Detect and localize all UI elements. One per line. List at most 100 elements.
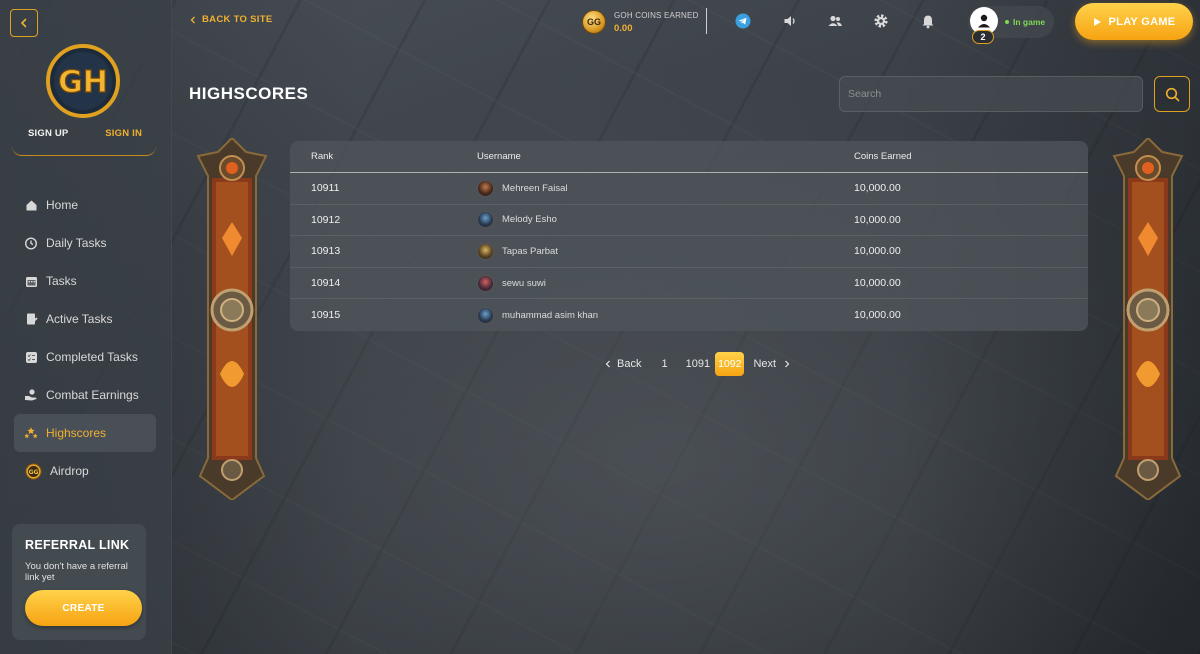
sidebar-item-home[interactable]: Home [14, 186, 156, 224]
sidebar-item-label: Daily Tasks [46, 236, 107, 250]
sidebar-item-label: Highscores [46, 426, 107, 440]
username-cell: Melody Esho [456, 211, 854, 229]
user-avatar-icon [477, 306, 494, 324]
username: Tapas Parbat [502, 245, 558, 257]
user-avatar-icon [477, 179, 494, 197]
chevron-left-icon [605, 360, 610, 368]
user-avatar-icon [477, 274, 494, 292]
coins-label: GOH COINS EARNED [614, 10, 699, 20]
username-cell: Mehreen Faisal [456, 179, 854, 197]
friends-icon[interactable] [826, 12, 844, 30]
calendar-icon [24, 274, 38, 288]
bell-icon[interactable] [919, 12, 937, 30]
sidebar-item-label: Combat Earnings [46, 388, 139, 402]
gear-icon[interactable] [872, 12, 890, 30]
pagination-back-label: Back [617, 358, 642, 370]
back-to-site-link[interactable]: BACK TO SITE [190, 14, 272, 25]
username-cell: muhammad asim khan [456, 306, 854, 324]
telegram-icon[interactable] [734, 12, 752, 30]
top-bar: BACK TO SITE GG GOH COINS EARNED 0.00 2 … [172, 0, 1200, 44]
auth-links: SIGN UP SIGN IN [12, 128, 156, 156]
coins-cell: 10,000.00 [854, 182, 901, 195]
username: Mehreen Faisal [502, 182, 568, 194]
table-row: 10915 muhammad asim khan 10,000.00 [290, 299, 1088, 331]
svg-text:GH: GH [58, 65, 108, 100]
decorative-banner-right [1110, 136, 1186, 502]
coins-cell: 10,000.00 [854, 309, 901, 322]
create-referral-button[interactable]: CREATE [25, 590, 142, 626]
table-row: 10914 sewu suwi 10,000.00 [290, 268, 1088, 300]
pagination-next-button[interactable]: Next [748, 352, 795, 376]
table-header: Rank Username Coins Earned [290, 141, 1088, 173]
rank-cell: 10911 [311, 182, 340, 195]
username: sewu suwi [502, 277, 546, 289]
sign-in-link[interactable]: SIGN IN [105, 128, 142, 155]
sign-up-link[interactable]: SIGN UP [28, 128, 68, 155]
sidebar-item-label: Tasks [46, 274, 77, 288]
checklist-icon [24, 350, 38, 364]
sidebar-nav: Home Daily Tasks Tasks Active Tasks Comp… [14, 186, 156, 490]
clipboard-icon [24, 312, 38, 326]
search-input[interactable] [839, 76, 1143, 112]
svg-text:GG: GG [28, 469, 38, 476]
page-button[interactable]: 1 [656, 352, 672, 376]
hand-coins-icon [24, 388, 38, 402]
status-label: In game [1013, 17, 1046, 27]
divider [706, 8, 707, 34]
status-badge: In game [1005, 17, 1045, 27]
coins-cell: 10,000.00 [854, 277, 901, 290]
rank-cell: 10912 [311, 213, 341, 226]
sound-icon[interactable] [781, 12, 799, 30]
user-status[interactable]: 2 In game [968, 6, 1054, 44]
column-header-rank: Rank [311, 151, 334, 162]
pagination: Back 1 1091 1092 Next [600, 352, 795, 376]
sidebar-item-combat-earnings[interactable]: Combat Earnings [14, 376, 156, 414]
sidebar-item-airdrop[interactable]: GG Airdrop [14, 452, 156, 490]
rank-cell: 10913 [311, 245, 341, 258]
user-avatar-icon [477, 242, 494, 260]
play-game-label: PLAY GAME [1108, 15, 1176, 28]
referral-card: REFERRAL LINK You don't have a referral … [12, 524, 146, 640]
notification-count-badge: 2 [972, 30, 994, 44]
gg-coin-icon: GG [24, 462, 42, 480]
chevron-left-icon [20, 18, 27, 28]
user-icon [978, 14, 990, 28]
sidebar: GH SIGN UP SIGN IN Home Daily Tasks Task… [0, 0, 172, 654]
column-header-username: Username [477, 151, 521, 162]
timer-icon [24, 236, 38, 250]
trophy-stars-icon [24, 426, 38, 440]
sidebar-item-completed-tasks[interactable]: Completed Tasks [14, 338, 156, 376]
sidebar-item-daily-tasks[interactable]: Daily Tasks [14, 224, 156, 262]
rank-cell: 10914 [311, 277, 341, 290]
rank-cell: 10915 [311, 309, 341, 322]
sidebar-item-active-tasks[interactable]: Active Tasks [14, 300, 156, 338]
table-row: 10913 Tapas Parbat 10,000.00 [290, 236, 1088, 268]
page-title: HIGHSCORES [189, 84, 309, 103]
sidebar-item-tasks[interactable]: Tasks [14, 262, 156, 300]
coins-cell: 10,000.00 [854, 245, 901, 258]
play-game-button[interactable]: PLAY GAME [1075, 3, 1193, 40]
chevron-right-icon [785, 360, 790, 368]
page-button[interactable]: 1091 [681, 352, 715, 376]
username: Melody Esho [502, 214, 557, 226]
username-cell: sewu suwi [456, 274, 854, 292]
highscores-table: Rank Username Coins Earned 10911 Mehreen… [290, 141, 1088, 331]
sidebar-item-label: Airdrop [50, 464, 89, 478]
user-avatar-icon [477, 211, 494, 229]
collapse-sidebar-button[interactable] [10, 9, 38, 37]
gg-coin-icon: GG [582, 10, 606, 34]
chevron-left-icon [190, 16, 195, 23]
pagination-back-button[interactable]: Back [600, 352, 646, 376]
coins-earned-display: GG GOH COINS EARNED 0.00 [582, 8, 699, 36]
table-row: 10911 Mehreen Faisal 10,000.00 [290, 173, 1088, 205]
sidebar-item-highscores[interactable]: Highscores [14, 414, 156, 452]
gh-logo[interactable]: GH [44, 44, 122, 118]
search-button[interactable] [1154, 76, 1190, 112]
home-icon [24, 198, 38, 212]
sidebar-item-label: Home [46, 198, 79, 212]
referral-title: REFERRAL LINK [25, 538, 130, 552]
table-row: 10912 Melody Esho 10,000.00 [290, 205, 1088, 237]
sidebar-item-label: Active Tasks [46, 312, 113, 326]
page-button-current[interactable]: 1092 [715, 352, 745, 376]
referral-text: You don't have a referral link yet [25, 561, 128, 583]
